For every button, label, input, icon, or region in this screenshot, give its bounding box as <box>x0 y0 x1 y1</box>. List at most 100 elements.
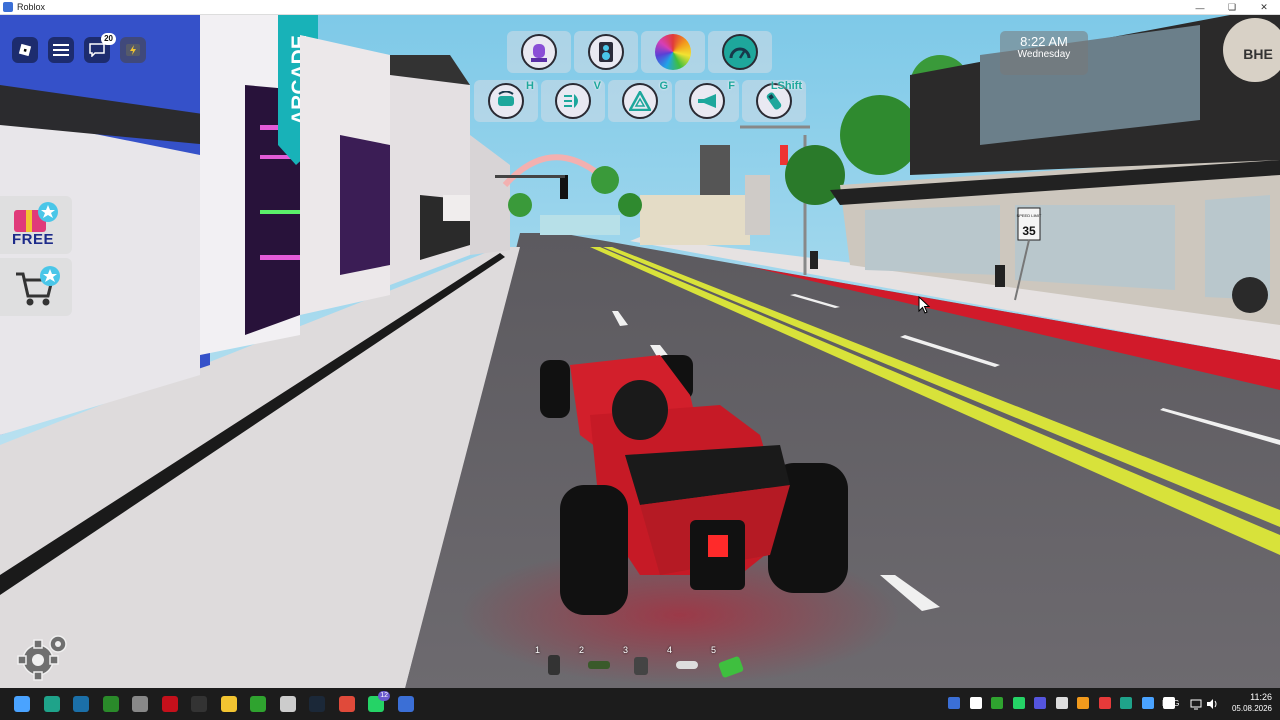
speedometer-button[interactable] <box>708 31 772 73</box>
chat-badge: 20 <box>101 33 116 45</box>
roblox-icon[interactable] <box>397 696 414 712</box>
car-cockpit <box>612 380 668 440</box>
color-wheel-button[interactable] <box>641 31 705 73</box>
hazard-flip-key: H <box>526 80 534 92</box>
tree <box>591 166 619 194</box>
system-clock[interactable]: 11:26 05.08.2026 <box>1222 692 1272 713</box>
tray-app7-icon[interactable] <box>1141 697 1154 709</box>
shop-button[interactable] <box>0 258 72 316</box>
siren-icon <box>521 34 557 70</box>
hotbar-slot-3[interactable]: 3 <box>620 645 664 687</box>
hazard-lights-button[interactable]: G <box>608 80 672 122</box>
xbox-tray-icon[interactable] <box>991 697 1003 709</box>
free-gift-button[interactable]: FREE <box>0 196 72 254</box>
tool-icon <box>588 661 610 669</box>
lightning-icon[interactable] <box>120 37 146 63</box>
volume-icon[interactable] <box>1206 698 1218 710</box>
siren-button[interactable] <box>507 31 571 73</box>
bookmark-icon[interactable] <box>73 696 89 712</box>
traffic-light-arm <box>495 175 565 178</box>
epic-games-icon[interactable] <box>191 696 207 712</box>
bin <box>995 265 1005 287</box>
system-time: 11:26 <box>1250 692 1272 702</box>
speaker-button[interactable] <box>574 31 638 73</box>
card-icon <box>634 657 648 675</box>
car-flip-icon <box>488 83 524 119</box>
game-viewport[interactable]: ARCADE SPEED LIMIT 35 BHE 20 FREE H V G … <box>0 15 1280 688</box>
distant-horizon <box>540 215 620 235</box>
right-window-1 <box>865 205 1000 275</box>
boost-button[interactable]: LShift <box>742 80 806 122</box>
hotbar-slot-number: 4 <box>667 645 673 655</box>
speed-limit-value: 35 <box>1022 224 1036 238</box>
traffic-light <box>560 175 568 199</box>
tray-app-icon[interactable] <box>969 697 982 709</box>
tree <box>618 193 642 217</box>
game-clock-time: 8:22 AM <box>1020 34 1068 49</box>
game-clock: 8:22 AM Wednesday <box>1000 31 1088 75</box>
roblox-app-icon <box>3 2 13 12</box>
roblox-logo-icon[interactable] <box>12 37 38 63</box>
language-indicator[interactable]: ENG <box>1162 699 1179 708</box>
speedometer-icon <box>722 34 758 70</box>
whatsapp-badge: 12 <box>378 691 390 701</box>
hazard-flip-button[interactable]: H <box>474 80 538 122</box>
hamburger-icon[interactable] <box>48 37 74 63</box>
distant-tower-2 <box>745 175 770 235</box>
free-gift-label: FREE <box>12 231 55 248</box>
horn-button[interactable]: F <box>675 80 739 122</box>
tray-app6-icon[interactable] <box>1120 697 1132 709</box>
headlights-key: V <box>593 80 601 92</box>
hotbar-slot-number: 1 <box>535 645 541 655</box>
edge-icon[interactable] <box>43 696 60 712</box>
hotbar-slot-number: 5 <box>711 645 717 655</box>
maximize-icon[interactable]: ❏ <box>1216 0 1248 15</box>
steam-like-icon[interactable] <box>132 696 148 712</box>
chat-icon[interactable]: 20 <box>84 33 116 63</box>
steam-icon[interactable] <box>309 696 325 712</box>
flag <box>780 145 788 165</box>
hotbar-slot-number: 3 <box>623 645 629 655</box>
tree <box>508 193 532 217</box>
hotbar-slot-5[interactable]: 5 <box>708 645 752 687</box>
folder-icon[interactable] <box>220 696 237 712</box>
tray-app3-icon[interactable] <box>1055 697 1068 709</box>
neon-strip <box>260 210 300 214</box>
car-front-left-wheel <box>540 360 570 418</box>
whatsapp-tray-icon[interactable] <box>1012 697 1025 709</box>
mouse-cursor-icon <box>918 296 930 314</box>
car-key-icon <box>676 661 698 669</box>
cash-icon <box>717 655 745 679</box>
roblox-tray-icon[interactable] <box>948 697 960 709</box>
netflix-icon[interactable] <box>161 696 178 712</box>
car-rear-light <box>708 535 728 557</box>
gear-icon[interactable] <box>14 632 72 682</box>
car-rear-left-wheel <box>560 485 628 615</box>
windows-icon[interactable] <box>14 696 30 712</box>
cart-star-icon <box>16 266 60 306</box>
game-clock-day: Wednesday <box>1017 49 1071 60</box>
hotbar-slot-1[interactable]: 1 <box>532 645 576 687</box>
hazard-lights-key: G <box>659 80 668 92</box>
xbox-icon[interactable] <box>250 696 266 712</box>
close-icon[interactable]: ✕ <box>1248 0 1280 15</box>
windows-taskbar: 12 ENG 11:26 05.08.2026 <box>0 688 1280 720</box>
window-titlebar: Roblox — ❏ ✕ <box>0 0 1280 15</box>
tray-app2-icon[interactable] <box>1034 697 1046 709</box>
hotbar-slot-4[interactable]: 4 <box>664 645 708 687</box>
inventory-hotbar: 1 2 3 4 5 <box>532 645 752 687</box>
chrome-icon[interactable] <box>338 696 355 712</box>
headlights-button[interactable]: V <box>541 80 605 122</box>
minimize-icon[interactable]: — <box>1184 0 1216 15</box>
building-window <box>340 135 390 275</box>
target-icon[interactable] <box>279 696 296 712</box>
top-left-hud: 20 <box>12 33 146 63</box>
neon-strip <box>260 255 300 260</box>
xbox-icon[interactable] <box>102 696 119 712</box>
hotbar-slot-2[interactable]: 2 <box>576 645 620 687</box>
monitor-icon[interactable] <box>1190 698 1202 710</box>
whatsapp-icon[interactable]: 12 <box>368 691 390 712</box>
distant-building <box>640 195 750 245</box>
tray-app5-icon[interactable] <box>1098 697 1111 709</box>
tray-app4-icon[interactable] <box>1077 697 1089 709</box>
